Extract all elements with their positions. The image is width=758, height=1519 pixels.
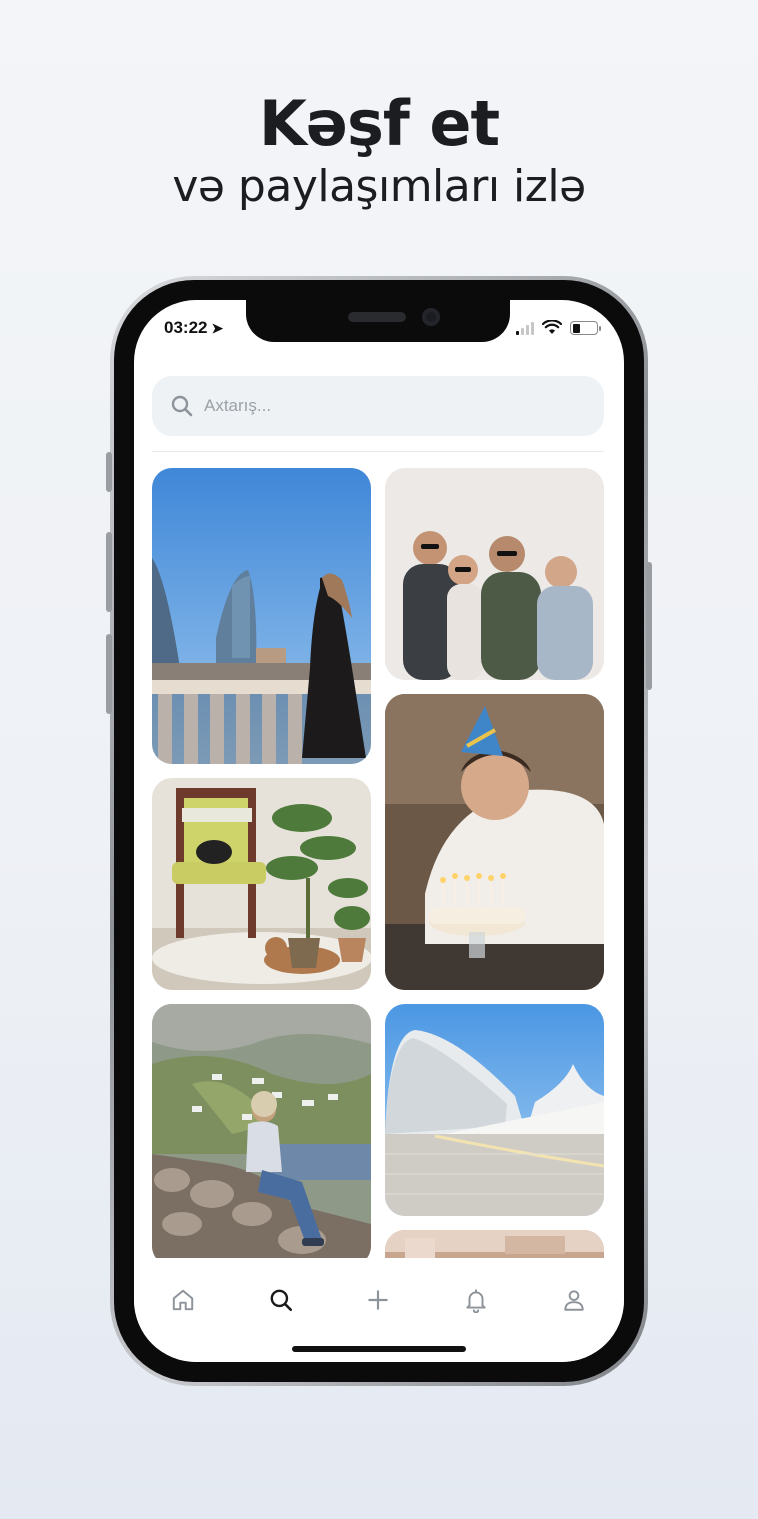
front-camera	[422, 308, 440, 326]
photo-interior-partial[interactable]	[385, 1230, 604, 1258]
location-arrow-icon: ➤	[211, 320, 224, 336]
bell-icon	[466, 1289, 486, 1313]
search-bar[interactable]	[152, 376, 604, 436]
tab-create[interactable]	[358, 1280, 398, 1320]
volume-down-button	[106, 634, 112, 714]
cellular-signal-icon	[516, 321, 534, 335]
user-icon	[564, 1290, 584, 1311]
search-icon	[171, 395, 193, 417]
earpiece	[348, 312, 406, 322]
photo-mountain-village-boy[interactable]	[152, 1004, 371, 1258]
status-icons	[516, 320, 601, 335]
status-time-text: 03:22	[164, 318, 208, 337]
headline-subtitle: və paylaşımları izlə	[172, 161, 586, 212]
phone-screen: 03:22 ➤	[134, 300, 624, 1362]
home-indicator[interactable]	[292, 1346, 466, 1352]
wifi-icon	[542, 320, 562, 334]
tab-home[interactable]	[163, 1280, 203, 1320]
tab-search[interactable]	[261, 1280, 301, 1320]
search-icon	[270, 1289, 293, 1312]
headline-title: Kəşf et	[258, 87, 500, 160]
photo-friends-laughing[interactable]	[385, 468, 604, 680]
photo-flame-towers-woman[interactable]	[152, 468, 371, 764]
status-time: 03:22 ➤	[164, 318, 223, 338]
photo-heydar-aliyev-center[interactable]	[385, 1004, 604, 1216]
divider	[152, 451, 604, 452]
photo-chair-cats-plants[interactable]	[152, 778, 371, 990]
photo-birthday-cake-boy[interactable]	[385, 694, 604, 990]
phone-frame: 03:22 ➤	[106, 276, 652, 1386]
battery-icon	[570, 321, 601, 335]
power-button	[646, 562, 652, 690]
tab-profile[interactable]	[554, 1280, 594, 1320]
explore-grid	[152, 468, 604, 1258]
notch	[246, 300, 510, 342]
headline: Kəşf et və paylaşımları izlə	[0, 88, 758, 214]
plus-icon	[368, 1290, 388, 1310]
silent-switch	[106, 452, 112, 492]
search-input[interactable]	[204, 396, 584, 416]
tab-notifications[interactable]	[456, 1280, 496, 1320]
home-icon	[172, 1289, 194, 1311]
volume-up-button	[106, 532, 112, 612]
